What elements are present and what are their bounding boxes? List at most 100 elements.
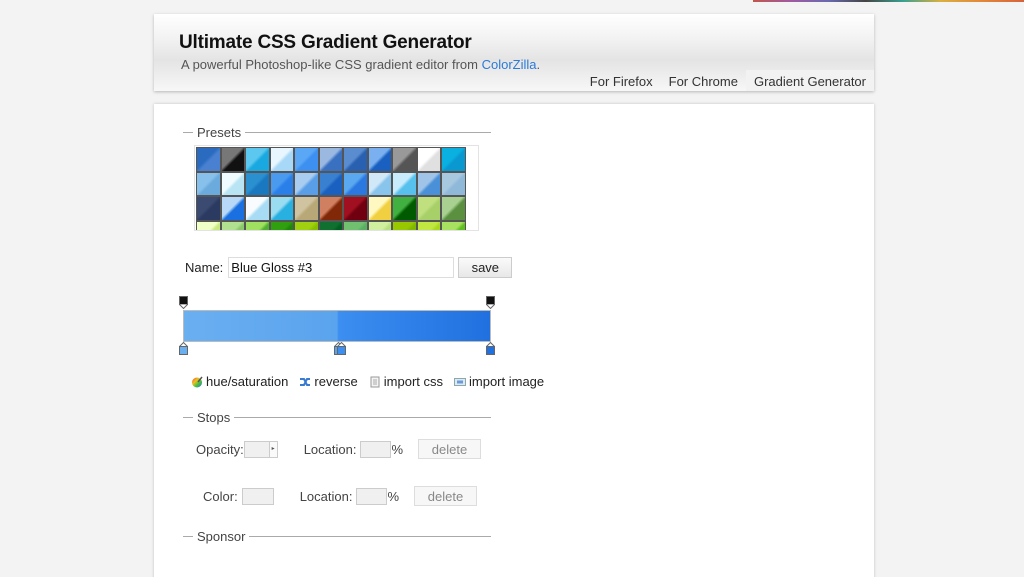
preset-swatch[interactable]: [245, 196, 270, 221]
legend-dash: [183, 416, 193, 418]
gradient-actions: hue/saturation reverse import css import…: [191, 374, 555, 389]
hue-saturation-label: hue/saturation: [206, 374, 289, 389]
opacity-percent-sign: %: [391, 441, 404, 457]
nav-tab-for-firefox[interactable]: For Firefox: [582, 70, 661, 91]
preset-swatch[interactable]: [416, 147, 441, 172]
preset-swatch[interactable]: [269, 220, 294, 230]
preset-swatch[interactable]: [367, 147, 392, 172]
preset-swatch[interactable]: [269, 171, 294, 196]
preset-swatch[interactable]: [196, 171, 221, 196]
preset-swatch[interactable]: [220, 196, 245, 221]
preset-swatch[interactable]: [416, 220, 441, 230]
color-location-input[interactable]: [356, 487, 388, 505]
preset-swatch[interactable]: [245, 171, 270, 196]
presets-box[interactable]: [194, 145, 479, 231]
delete-opacity-stop-button[interactable]: delete: [418, 439, 482, 459]
delete-color-stop-button[interactable]: delete: [414, 486, 478, 506]
top-color-strip: [753, 0, 1024, 2]
preset-swatch[interactable]: [196, 220, 221, 230]
preset-swatch[interactable]: [318, 147, 343, 172]
preset-swatch[interactable]: [294, 196, 319, 221]
preset-swatch[interactable]: [220, 220, 245, 230]
preset-swatch[interactable]: [318, 220, 343, 230]
site-header: Ultimate CSS Gradient Generator A powerf…: [154, 14, 874, 91]
preset-swatch[interactable]: [416, 171, 441, 196]
presets-title: Presets: [197, 124, 242, 140]
top-nav: For Firefox For Chrome Gradient Generato…: [582, 70, 874, 91]
preset-swatch[interactable]: [294, 220, 319, 230]
nav-tab-gradient-generator[interactable]: Gradient Generator: [745, 70, 874, 91]
preset-swatch[interactable]: [294, 171, 319, 196]
subtitle-text: A powerful Photoshop-like CSS gradient e…: [181, 57, 482, 72]
preset-swatch[interactable]: [392, 196, 417, 221]
preset-swatch[interactable]: [392, 147, 417, 172]
preset-swatch[interactable]: [392, 171, 417, 196]
color-percent-sign: %: [387, 488, 400, 504]
preset-swatch[interactable]: [367, 196, 392, 221]
preset-swatch[interactable]: [416, 196, 441, 221]
colorzilla-link[interactable]: ColorZilla: [482, 57, 537, 72]
opacity-spinner[interactable]: ▸: [243, 440, 278, 458]
hue-saturation-action[interactable]: hue/saturation: [191, 374, 288, 389]
preset-swatch[interactable]: [367, 220, 392, 230]
preset-swatch[interactable]: [441, 196, 466, 221]
import-image-action[interactable]: import image: [454, 374, 544, 389]
editor-panel: Presets Name: save hue/saturation: [154, 104, 874, 577]
spinner-arrow-icon[interactable]: ▸: [268, 441, 277, 457]
reverse-label: reverse: [314, 374, 358, 389]
save-button[interactable]: save: [458, 257, 513, 278]
import-css-label: import css: [383, 374, 443, 389]
preset-swatch[interactable]: [220, 171, 245, 196]
stops-title: Stops: [197, 409, 231, 425]
opacity-label: Opacity:: [196, 441, 244, 457]
preset-swatch[interactable]: [343, 147, 368, 172]
preset-swatch[interactable]: [441, 147, 466, 172]
reverse-action[interactable]: reverse: [299, 374, 358, 389]
color-wheel-icon: [191, 376, 203, 388]
preset-swatch[interactable]: [318, 196, 343, 221]
stops-legend: Stops: [183, 409, 492, 425]
name-label: Name:: [185, 260, 224, 275]
subtitle-suffix: .: [536, 57, 541, 72]
preset-swatch[interactable]: [441, 171, 466, 196]
preset-swatch[interactable]: [269, 196, 294, 221]
presets-legend: Presets: [183, 124, 492, 140]
sponsor-title: Sponsor: [197, 528, 246, 544]
gradient-preview-bar[interactable]: [183, 310, 491, 342]
gradient-name-input[interactable]: [228, 257, 455, 278]
opacity-stop-right[interactable]: [486, 296, 495, 309]
page-title: Ultimate CSS Gradient Generator: [179, 32, 472, 53]
preset-swatch[interactable]: [294, 147, 319, 172]
preset-swatch[interactable]: [343, 196, 368, 221]
preset-swatch[interactable]: [245, 147, 270, 172]
color-label: Color:: [203, 488, 238, 504]
preset-swatch[interactable]: [392, 220, 417, 230]
preset-swatch[interactable]: [367, 171, 392, 196]
preset-swatch[interactable]: [318, 171, 343, 196]
import-css-action[interactable]: import css: [369, 374, 443, 389]
opacity-location-input[interactable]: [360, 440, 392, 458]
nav-tab-for-chrome[interactable]: For Chrome: [661, 70, 746, 91]
image-icon: [454, 376, 466, 388]
color-location-label: Location:: [299, 488, 353, 504]
preset-swatch[interactable]: [196, 196, 221, 221]
preset-swatch[interactable]: [343, 171, 368, 196]
presets-grid: [196, 147, 466, 230]
color-stop-100[interactable]: [486, 342, 495, 355]
color-stop-51[interactable]: [337, 342, 346, 355]
legend-rule: [249, 535, 492, 537]
sponsor-legend: Sponsor: [183, 528, 492, 544]
preset-swatch[interactable]: [220, 147, 245, 172]
opacity-stop-left[interactable]: [179, 296, 188, 309]
preset-swatch[interactable]: [196, 147, 221, 172]
preset-swatch[interactable]: [343, 220, 368, 230]
color-picker-box[interactable]: [241, 487, 274, 505]
preset-swatch[interactable]: [245, 220, 270, 230]
legend-rule: [234, 416, 492, 418]
preset-swatch[interactable]: [441, 220, 466, 230]
opacity-location-label: Location:: [303, 441, 357, 457]
color-stop-0[interactable]: [179, 342, 188, 355]
name-row: Name: save: [185, 257, 513, 278]
color-stop-row: Color: Location: % delete: [203, 486, 478, 506]
preset-swatch[interactable]: [269, 147, 294, 172]
